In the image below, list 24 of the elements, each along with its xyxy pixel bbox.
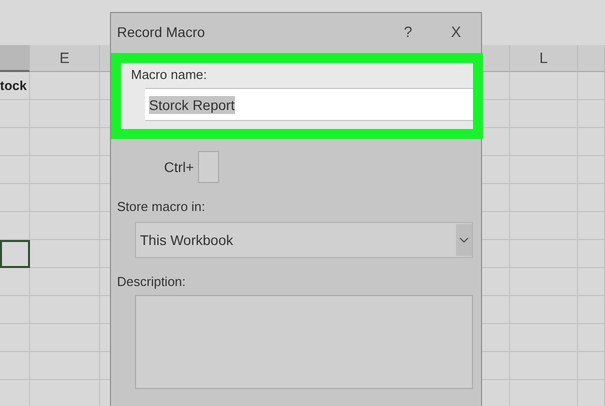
column-header[interactable]	[482, 45, 510, 72]
field-label: Macro name:	[131, 67, 208, 82]
help-button[interactable]: ?	[393, 24, 423, 40]
description-field[interactable]	[135, 295, 473, 389]
chevron-down-icon	[459, 237, 469, 243]
column-header[interactable]	[0, 45, 30, 72]
shortcut-prefix: Ctrl+	[164, 159, 194, 175]
table-cell	[482, 72, 510, 100]
column-header[interactable]	[578, 45, 605, 72]
field-label: Store macro in:	[117, 199, 206, 214]
dialog-title: Record Macro	[117, 24, 206, 40]
table-cell	[578, 72, 605, 100]
column-header[interactable]: E	[30, 45, 100, 72]
macro-name-field[interactable]: Storck Report	[145, 88, 473, 121]
table-cell	[510, 72, 578, 100]
table-cell	[0, 212, 30, 240]
table-cell	[0, 268, 30, 296]
table-cell	[482, 100, 510, 128]
field-label: Description:	[117, 274, 187, 289]
table-cell: tock	[0, 72, 30, 100]
shortcut-key-field[interactable]	[198, 151, 219, 183]
store-macro-dropdown[interactable]: This Workbook	[135, 222, 473, 258]
close-button[interactable]: X	[441, 24, 471, 40]
column-header[interactable]: L	[510, 45, 578, 72]
